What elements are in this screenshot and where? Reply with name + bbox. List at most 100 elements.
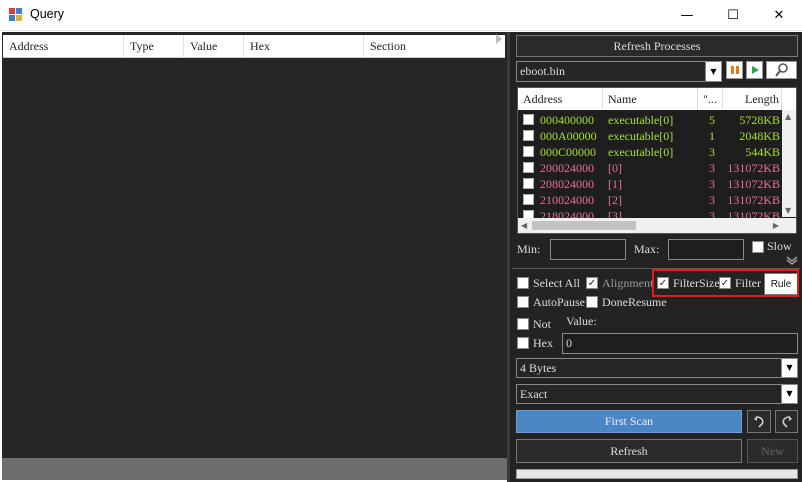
module-row[interactable]: 000400000 executable[0] 5 5728KB [518,112,780,128]
module-row[interactable]: 000C00000 executable[0] 3 544KB [518,144,780,160]
results-grid-header: Address Type Value Hex Section [3,35,505,58]
module-length: 2048KB [739,129,780,143]
module-row[interactable]: 200024000 [0] 3 131072KB [518,160,780,176]
results-panel [2,32,507,480]
max-input[interactable] [668,239,744,260]
module-row[interactable]: 208024000 [1] 3 131072KB [518,176,780,192]
refresh-button[interactable]: Refresh [516,439,742,463]
alignment-checkbox[interactable]: ✓ [586,277,598,289]
new-button[interactable]: New [747,439,798,463]
module-prot: 3 [709,161,715,175]
redo-icon[interactable] [775,410,798,433]
scan-progress-bar [516,469,798,479]
module-column-prot[interactable]: "... [698,88,723,110]
done-resume-checkbox[interactable] [586,296,598,308]
scroll-up-icon[interactable]: ▲ [785,112,791,121]
process-select[interactable]: eboot.bin ▼ [516,61,722,82]
close-button[interactable]: ✕ [756,0,802,31]
module-column-length[interactable]: Length [723,88,782,110]
module-prot: 3 [709,193,715,207]
column-type[interactable]: Type [124,35,184,58]
done-resume-label: DoneResume [602,295,667,309]
scroll-down-icon[interactable]: ▼ [785,206,791,215]
process-selected: eboot.bin [520,64,565,78]
module-list[interactable]: Address Name "... Length 000400000 execut… [517,87,797,234]
module-name: [0] [608,161,622,175]
collapse-arrow-icon[interactable] [494,33,506,47]
module-row[interactable]: 210024000 [2] 3 131072KB [518,192,780,208]
first-scan-button[interactable]: First Scan [516,410,742,433]
module-length: 5728KB [739,113,780,127]
play-icon[interactable] [746,61,763,79]
module-row-checkbox[interactable] [523,178,534,189]
module-name: executable[0] [608,113,674,127]
search-icon[interactable] [766,61,797,79]
hex-checkbox[interactable] [517,337,529,349]
column-hex[interactable]: Hex [244,35,364,58]
module-address: 000A00000 [540,129,597,143]
scroll-corner [782,218,796,233]
value-input[interactable]: 0 [562,333,798,354]
slow-checkbox[interactable] [752,241,764,253]
value-label: Value: [566,314,597,328]
chevron-down-icon: ▼ [705,62,721,81]
compare-type-selected: Exact [520,387,548,401]
auto-pause-checkbox[interactable] [517,296,529,308]
column-address[interactable]: Address [3,35,124,58]
module-horizontal-scrollbar[interactable]: ◀ ▶ [518,218,782,233]
module-row-checkbox[interactable] [523,130,534,141]
module-vertical-scrollbar[interactable]: ▲ ▼ [782,110,796,217]
scroll-left-icon[interactable]: ◀ [521,221,527,230]
chevron-down-icon: ▼ [781,385,797,403]
module-address: 200024000 [540,161,594,175]
scroll-right-icon[interactable]: ▶ [773,221,779,230]
alignment-label: Alignment [602,276,654,290]
results-status-strip [2,458,507,480]
hex-label: Hex [533,336,553,350]
module-prot: 3 [709,145,715,159]
column-value[interactable]: Value [184,35,244,58]
column-section[interactable]: Section [364,35,505,58]
module-name: executable[0] [608,129,674,143]
app-icon [9,8,23,22]
compare-type-select[interactable]: Exact ▼ [516,384,798,404]
module-row[interactable]: 000A00000 executable[0] 1 2048KB [518,128,780,144]
pause-icon[interactable] [726,61,743,79]
slow-label: Slow [767,239,792,253]
expand-chevron-icon[interactable] [786,254,798,269]
maximize-button[interactable]: ☐ [710,0,756,31]
select-all-label: Select All [533,276,580,290]
highlight-box [652,269,799,297]
module-length: 544KB [745,145,780,159]
module-length: 131072KB [727,193,780,207]
auto-pause-label: AutoPause [533,295,585,309]
module-prot: 1 [709,129,715,143]
module-row-checkbox[interactable] [523,114,534,125]
module-address: 000C00000 [540,145,597,159]
minimize-button[interactable]: — [664,0,710,31]
undo-icon[interactable] [747,410,771,433]
window-title: Query [30,7,65,21]
min-input[interactable] [550,239,626,260]
not-label: Not [533,317,551,331]
chevron-down-icon: ▼ [781,359,797,377]
module-row-checkbox[interactable] [523,146,534,157]
module-length: 131072KB [727,177,780,191]
module-list-header: Address Name "... Length [518,88,796,110]
module-row-checkbox[interactable] [523,194,534,205]
module-column-address[interactable]: Address [518,88,603,110]
module-name: [1] [608,177,622,191]
module-name: [2] [608,193,622,207]
value-type-select[interactable]: 4 Bytes ▼ [516,358,798,378]
scrollbar-thumb[interactable] [532,221,636,230]
module-column-name[interactable]: Name [603,88,698,110]
refresh-processes-button[interactable]: Refresh Processes [516,35,798,57]
min-label: Min: [517,242,541,256]
not-checkbox[interactable] [517,318,529,330]
module-name: executable[0] [608,145,674,159]
module-row-checkbox[interactable] [523,162,534,173]
select-all-checkbox[interactable] [517,277,529,289]
max-label: Max: [634,242,660,256]
module-address: 208024000 [540,177,594,191]
module-address: 210024000 [540,193,594,207]
